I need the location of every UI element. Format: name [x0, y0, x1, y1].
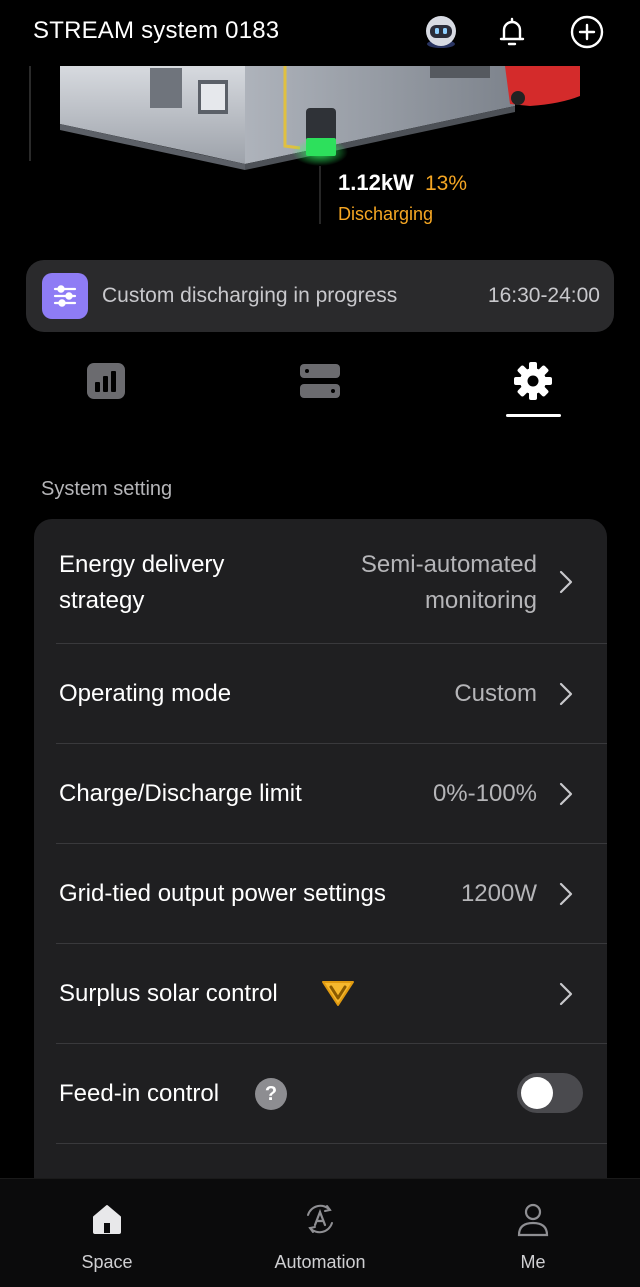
nav-automation-label: Automation [274, 1252, 366, 1272]
active-tab-indicator [506, 414, 561, 417]
gear-icon [514, 362, 552, 400]
nav-space-label: Space [81, 1252, 133, 1272]
person-icon [513, 1199, 553, 1239]
surplus-solar-row[interactable]: Surplus solar control [34, 944, 607, 1043]
bottom-nav: Space Automation Me [0, 1178, 640, 1287]
power-value: 1.12kW [338, 170, 414, 195]
chevron-right-icon [559, 682, 573, 706]
divider [56, 1143, 607, 1144]
nav-me[interactable]: Me [463, 1179, 603, 1287]
automation-icon [300, 1199, 340, 1239]
energy-strategy-label: Energy delivery strategy [59, 551, 225, 614]
feed-in-label: Feed-in control [59, 1080, 220, 1107]
tab-statistics[interactable] [66, 346, 146, 416]
feed-in-toggle[interactable] [517, 1073, 583, 1113]
nav-automation[interactable]: Automation [250, 1179, 390, 1287]
operating-mode-value: Custom [454, 680, 537, 707]
settings-card: Energy delivery strategy Semi-automated … [34, 519, 607, 1199]
bar-chart-icon [87, 363, 125, 399]
robot-avatar-icon[interactable] [421, 12, 461, 52]
banner-text: Custom discharging in progress [102, 284, 398, 307]
battery-percent: 13% [425, 172, 468, 195]
help-icon[interactable]: ? [255, 1078, 287, 1110]
nav-space[interactable]: Space [37, 1179, 177, 1287]
chevron-right-icon [559, 882, 573, 906]
feed-in-row: Feed-in control ? [34, 1044, 607, 1143]
system-title: STREAM system 0183 [33, 17, 280, 44]
banner-time: 16:30-24:00 [487, 284, 600, 307]
plus-circle-icon[interactable] [567, 12, 607, 52]
section-title: System setting [41, 478, 173, 500]
custom-discharge-banner[interactable]: Custom discharging in progress 16:30-24:… [26, 260, 614, 332]
app-header: STREAM system 0183 [0, 0, 640, 66]
grid-output-row[interactable]: Grid-tied output power settings 1200W [34, 844, 607, 943]
charge-limit-value: 0%-100% [432, 780, 537, 807]
grid-output-label: Grid-tied output power settings [59, 880, 386, 907]
charge-limit-row[interactable]: Charge/Discharge limit 0%-100% [34, 744, 607, 843]
chevron-right-icon [559, 782, 573, 806]
home-icon [87, 1199, 127, 1239]
chevron-right-icon [559, 982, 573, 1006]
charge-limit-label: Charge/Discharge limit [59, 780, 302, 807]
grid-output-value: 1200W [460, 880, 537, 907]
premium-v-badge-icon [322, 981, 354, 1006]
tab-devices[interactable] [280, 346, 360, 416]
battery-status: Discharging [338, 204, 434, 224]
toggle-knob [521, 1077, 553, 1109]
operating-mode-row[interactable]: Operating mode Custom [34, 644, 607, 743]
sliders-icon [42, 273, 88, 319]
system-illustration [0, 66, 640, 246]
energy-strategy-row[interactable]: Energy delivery strategy Semi-automated … [34, 519, 607, 643]
devices-icon [300, 364, 340, 398]
nav-me-label: Me [520, 1252, 546, 1272]
surplus-solar-label: Surplus solar control [59, 980, 278, 1007]
bell-icon[interactable] [492, 12, 532, 52]
energy-strategy-value: Semi-automated monitoring [360, 551, 537, 614]
chevron-right-icon [559, 570, 573, 594]
operating-mode-label: Operating mode [59, 680, 232, 707]
tab-settings[interactable] [493, 346, 573, 416]
